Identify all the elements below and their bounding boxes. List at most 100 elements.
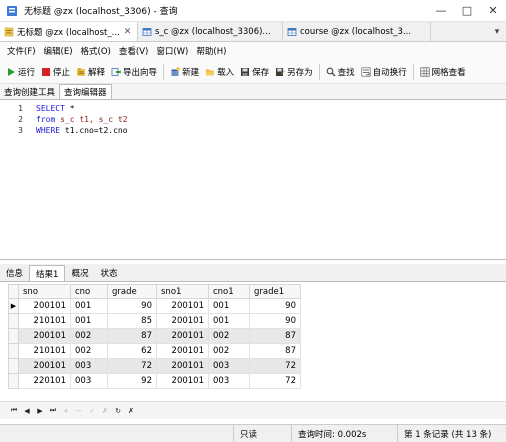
column-header-cno1[interactable]: cno1	[208, 284, 250, 299]
cell-grade[interactable]: 85	[107, 313, 157, 329]
add-record-icon[interactable]: +	[60, 404, 72, 418]
cell-cno[interactable]: 002	[70, 328, 108, 344]
cell-sno1[interactable]: 200101	[156, 373, 209, 389]
tab-close-icon[interactable]: ✕	[124, 27, 132, 37]
column-header-cno[interactable]: cno	[70, 284, 108, 299]
menu-help[interactable]: 帮助(H)	[192, 45, 230, 57]
cell-cno[interactable]: 003	[70, 358, 108, 374]
last-record-icon[interactable]: ⏭	[47, 404, 59, 418]
tab-untitled-query[interactable]: 无标题 @zx (localhost_... ✕	[0, 22, 138, 41]
current-row-indicator-icon: ▶	[8, 298, 19, 314]
cell-sno1[interactable]: 200101	[156, 358, 209, 374]
cell-cno[interactable]: 002	[70, 343, 108, 359]
cell-cno1[interactable]: 002	[208, 343, 250, 359]
table-row[interactable]: ▶ 200101 001 90 200101 001 90	[8, 298, 301, 314]
discard-icon[interactable]: ✗	[99, 404, 111, 418]
tab-course[interactable]: course @zx (localhost_3...	[283, 22, 431, 41]
cell-grade1[interactable]: 72	[249, 358, 301, 374]
menu-view[interactable]: 查看(V)	[115, 45, 152, 57]
column-header-sno[interactable]: sno	[18, 284, 71, 299]
cell-grade1[interactable]: 87	[249, 328, 301, 344]
table-row[interactable]: 200101 003 72 200101 003 72	[8, 358, 301, 374]
status-mode: 只读	[233, 424, 291, 442]
tab-info[interactable]: 信息	[0, 265, 29, 281]
column-header-sno1[interactable]: sno1	[156, 284, 209, 299]
cell-cno[interactable]: 003	[70, 373, 108, 389]
cell-sno1[interactable]: 200101	[156, 298, 209, 314]
maximize-icon[interactable]: □	[454, 0, 480, 22]
save-button[interactable]: 保存	[237, 62, 272, 82]
sql-editor[interactable]: 1 SELECT * 2 from s_c t1, s_c t2 3 WHERE…	[0, 100, 506, 260]
status-record-count: 第 1 条记录 (共 13 条)	[397, 424, 506, 442]
sql-keyword: SELECT	[36, 104, 65, 113]
cell-sno1[interactable]: 200101	[156, 328, 209, 344]
apply-icon[interactable]: ✓	[86, 404, 98, 418]
cell-grade1[interactable]: 90	[249, 298, 301, 314]
stop-button[interactable]: 停止	[38, 62, 73, 82]
cell-grade[interactable]: 62	[107, 343, 157, 359]
cell-cno1[interactable]: 001	[208, 313, 250, 329]
table-row[interactable]: 210101 002 62 200101 002 87	[8, 343, 301, 359]
explain-button[interactable]: 解释	[73, 62, 108, 82]
tab-result-1[interactable]: 结果1	[29, 265, 66, 281]
result-grid[interactable]: sno cno grade sno1 cno1 grade1 ▶ 200101 …	[0, 283, 506, 401]
table-row[interactable]: 210101 001 85 200101 001 90	[8, 313, 301, 329]
cell-grade[interactable]: 92	[107, 373, 157, 389]
export-wizard-button[interactable]: 导出向导	[108, 62, 160, 82]
cell-sno[interactable]: 220101	[18, 373, 71, 389]
tab-status[interactable]: 状态	[94, 265, 123, 281]
cell-grade1[interactable]: 90	[249, 313, 301, 329]
row-indicator	[8, 358, 19, 374]
tab-s-c[interactable]: s_c @zx (localhost_3306)...	[138, 22, 283, 41]
close-icon[interactable]: ✕	[480, 0, 506, 22]
load-button[interactable]: 载入	[202, 62, 237, 82]
tab-query-editor[interactable]: 查询编辑器	[59, 84, 112, 99]
menu-format[interactable]: 格式(O)	[77, 45, 115, 57]
cell-grade1[interactable]: 87	[249, 343, 301, 359]
code-line: 2 from s_c t1, s_c t2	[0, 114, 506, 125]
new-button[interactable]: 新建	[167, 62, 202, 82]
cell-sno[interactable]: 200101	[18, 358, 71, 374]
next-record-icon[interactable]: ▶	[34, 404, 46, 418]
prev-record-icon[interactable]: ◀	[21, 404, 33, 418]
stop-icon[interactable]: ✗	[125, 404, 137, 418]
cell-cno1[interactable]: 003	[208, 373, 250, 389]
cell-grade[interactable]: 87	[107, 328, 157, 344]
first-record-icon[interactable]: ⏮	[8, 404, 20, 418]
minimize-icon[interactable]: —	[428, 0, 454, 22]
cell-sno1[interactable]: 200101	[156, 343, 209, 359]
tab-list-chevron-icon[interactable]: ▾	[488, 22, 506, 41]
cell-grade1[interactable]: 72	[249, 373, 301, 389]
run-button[interactable]: 运行	[0, 62, 38, 82]
table-row[interactable]: 200101 002 87 200101 002 87	[8, 328, 301, 344]
stop-label: 停止	[53, 67, 71, 78]
menu-window[interactable]: 窗口(W)	[152, 45, 192, 57]
menu-file[interactable]: 文件(F)	[0, 45, 40, 57]
find-button[interactable]: 查找	[323, 62, 358, 82]
cell-grade[interactable]: 72	[107, 358, 157, 374]
cell-sno[interactable]: 200101	[18, 328, 71, 344]
tab-profile[interactable]: 概况	[65, 265, 94, 281]
cell-sno1[interactable]: 200101	[156, 313, 209, 329]
word-wrap-label: 自动换行	[372, 67, 407, 78]
cell-grade[interactable]: 90	[107, 298, 157, 314]
tab-query-builder[interactable]: 查询创建工具	[0, 84, 59, 99]
cell-cno[interactable]: 001	[70, 298, 108, 314]
save-as-button[interactable]: 另存为	[272, 62, 316, 82]
grid-view-button[interactable]: 网格查看	[417, 62, 469, 82]
menu-edit[interactable]: 编辑(E)	[40, 45, 77, 57]
cell-sno[interactable]: 210101	[18, 343, 71, 359]
delete-record-icon[interactable]: −	[73, 404, 85, 418]
cell-cno[interactable]: 001	[70, 313, 108, 329]
column-header-grade[interactable]: grade	[107, 284, 157, 299]
toolbar-divider	[163, 63, 165, 80]
cell-sno[interactable]: 210101	[18, 313, 71, 329]
table-row[interactable]: 220101 003 92 200101 003 72	[8, 373, 301, 389]
column-header-grade1[interactable]: grade1	[249, 284, 301, 299]
cell-cno1[interactable]: 001	[208, 298, 250, 314]
cell-sno[interactable]: 200101	[18, 298, 71, 314]
cell-cno1[interactable]: 002	[208, 328, 250, 344]
word-wrap-button[interactable]: 自动换行	[358, 62, 410, 82]
cell-cno1[interactable]: 003	[208, 358, 250, 374]
refresh-icon[interactable]: ↻	[112, 404, 124, 418]
